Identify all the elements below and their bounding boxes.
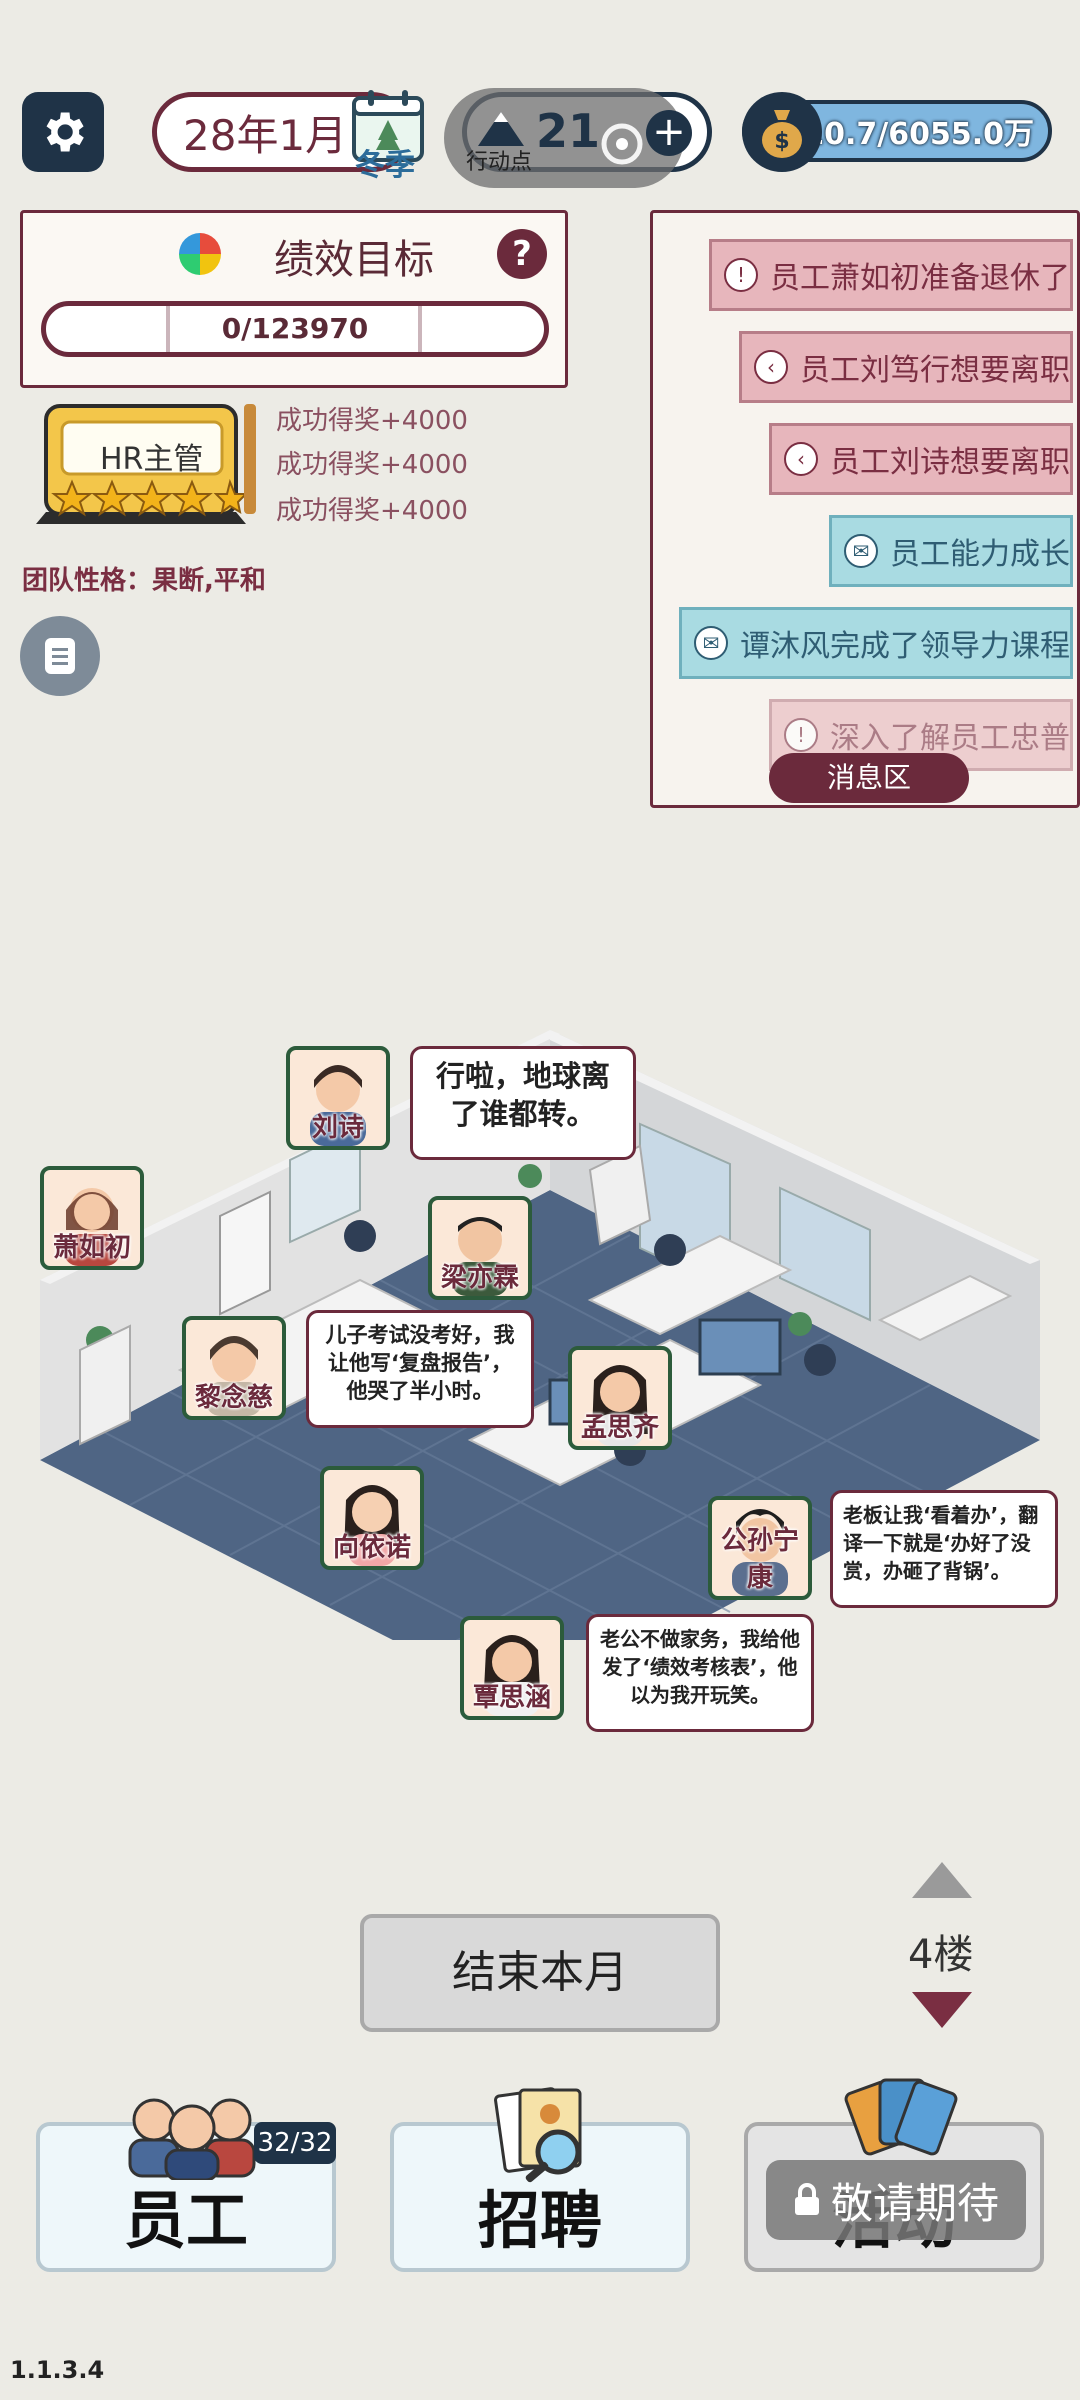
svg-text:$: $ [774,129,789,154]
employee-avatar[interactable]: 梁亦霖 [428,1196,532,1300]
gear-icon [46,112,84,152]
coming-soon-overlay: 敬请期待 [766,2160,1026,2240]
floor-up-button[interactable] [912,1862,972,1898]
action-points-value: 21 [536,104,601,158]
message-item[interactable]: ✉ 员工能力成长 [829,515,1073,587]
speech-bubble: 老公不做家务，我给他发了‘绩效考核表’，他以为我开玩笑。 [586,1614,814,1732]
end-month-button[interactable]: 结束本月 [360,1914,720,2032]
speech-bubble: 行啦，地球离了谁都转。 [410,1046,636,1160]
speech-bubble: 老板让我‘看着办’，翻译一下就是‘办好了没赏，办砸了背锅’。 [830,1490,1058,1608]
back-arrow-icon: ‹ [754,350,788,384]
message-text: 谭沐风完成了领导力课程 [740,629,1070,664]
employee-name: 黎念慈 [194,1383,273,1413]
employee-avatar[interactable]: 公孙宁康 [708,1496,812,1600]
season-label: 冬季 [355,148,415,183]
action-points-label: 行动点 [466,150,533,175]
team-character: 团队性格：果断,平和 [22,566,266,596]
employee-name: 梁亦霖 [440,1263,519,1293]
employee-avatar[interactable]: 黎念慈 [182,1316,286,1420]
badge-side-decoration [244,404,256,514]
reward-line-3: 成功得奖+4000 [276,496,468,526]
message-text: 员工能力成长 [890,537,1070,572]
employee-avatar[interactable]: 刘诗 [286,1046,390,1150]
employee-name: 萧如初 [52,1233,131,1263]
floor-down-button[interactable] [912,1992,972,2028]
employee-avatar[interactable]: 萧如初 [40,1166,144,1270]
message-item[interactable]: ! 员工萧如初准备退休了 [709,239,1073,311]
employee-name: 刘诗 [311,1113,364,1143]
document-button[interactable] [20,616,100,696]
document-icon [45,638,75,674]
employee-name: 公孙宁康 [720,1526,799,1593]
reward-line-1: 成功得奖+4000 [276,406,468,436]
message-item[interactable]: ✉ 谭沐风完成了领导力课程 [679,607,1073,679]
help-button[interactable]: ? [497,229,547,279]
version-label: 1.1.3.4 [10,2356,105,2384]
floor-label: 4楼 [908,1932,974,1978]
speech-bubble: 儿子考试没考好，我让他写‘复盘报告’，他哭了半小时。 [306,1310,534,1428]
lock-icon [794,2183,819,2215]
back-arrow-icon: ‹ [784,442,818,476]
employee-name: 向依诺 [332,1533,411,1563]
employee-name: 孟思齐 [580,1413,659,1443]
alert-icon: ! [784,718,818,752]
recruit-label: 招聘 [477,2184,602,2257]
alert-icon: ! [724,258,758,292]
mountain-icon [478,112,524,146]
loading-ring-icon [601,123,643,165]
reward-line-2: 成功得奖+4000 [276,450,468,480]
mail-icon: ✉ [694,626,728,660]
performance-progress-bar: 0/123970 [41,301,549,357]
performance-panel: 绩效目标 ? 0/123970 [20,210,568,388]
coming-soon-label: 敬请期待 [830,2178,999,2228]
date-text: 28年1月 [183,110,348,160]
message-text: 深入了解员工忠普 [830,721,1070,756]
message-tab[interactable]: 消息区 [769,753,969,803]
money-bag-icon: $ [742,92,822,172]
message-panel: ! 员工萧如初准备退休了 ‹ 员工刘笃行想要离职 ‹ 员工刘诗想要离职 ✉ 员工… [650,210,1080,808]
performance-progress-text: 0/123970 [221,312,369,345]
employee-name: 覃思涵 [472,1683,551,1713]
settings-button[interactable] [22,92,104,172]
message-item[interactable]: ‹ 员工刘笃行想要离职 [739,331,1073,403]
message-text: 员工萧如初准备退休了 [770,261,1070,296]
employees-label: 员工 [123,2184,248,2257]
employee-count-badge: 32/32 [254,2122,336,2164]
add-action-points-button[interactable]: + [646,110,692,156]
message-text: 员工刘诗想要离职 [830,445,1070,480]
employees-group-icon [128,2098,256,2180]
employee-avatar[interactable]: 孟思齐 [568,1346,672,1450]
rank-title: HR主管 [100,442,204,477]
employee-avatar[interactable]: 覃思涵 [460,1616,564,1720]
message-item[interactable]: ‹ 员工刘诗想要离职 [769,423,1073,495]
message-text: 员工刘笃行想要离职 [800,353,1070,388]
recruit-button[interactable]: 招聘 [390,2087,690,2272]
mail-icon: ✉ [844,534,878,568]
employee-avatar[interactable]: 向依诺 [320,1466,424,1570]
